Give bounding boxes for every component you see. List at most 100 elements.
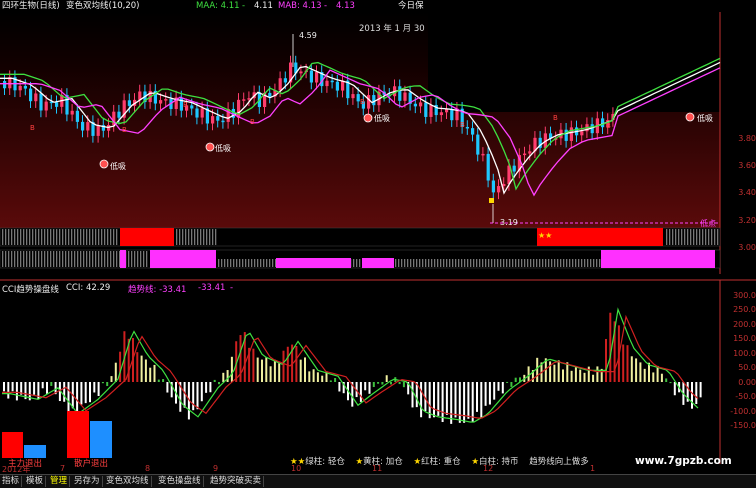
strip-1-tick [53, 229, 55, 245]
cci-bar [312, 369, 315, 382]
strip-2-tick [56, 251, 58, 267]
strip-1-tick [203, 229, 205, 245]
buy-marker: B [360, 98, 365, 106]
candle-body [497, 186, 501, 193]
tab-template[interactable]: 模板 [24, 476, 47, 487]
strip-2-tick [251, 259, 253, 267]
tab-manage[interactable]: 管理 [48, 476, 71, 487]
candle-body [200, 108, 204, 118]
stock-title[interactable]: 四环生物(日线) [2, 1, 60, 11]
candle-body [471, 128, 475, 135]
strip-1-tick [116, 229, 118, 245]
cci-bar [321, 375, 324, 382]
legend-text: 黄柱: 加仓 [363, 457, 403, 467]
strip-2-tick [497, 259, 499, 267]
tab-trend-breakout[interactable]: 趋势突破买卖 [208, 476, 265, 487]
strip-2-tick [524, 259, 526, 267]
candle-body [351, 94, 355, 99]
cci-bar [364, 382, 367, 391]
cci-bar [454, 382, 457, 418]
cursor-date: 2013 年 1 月 30 [359, 24, 425, 34]
candle-body [86, 122, 90, 131]
candle-body [512, 165, 516, 172]
strip-1-tick [675, 229, 677, 245]
strip-2-tick [587, 259, 589, 267]
candle-body [242, 99, 246, 101]
strip-1-tick [80, 229, 82, 245]
low-buy-signal: 低吸 [697, 114, 713, 123]
strip-2-tick [116, 251, 118, 267]
candle-body [3, 81, 7, 89]
cci-bar [50, 382, 53, 386]
strip-2-tick [35, 251, 37, 267]
cci-bar [110, 376, 113, 382]
candle-body [190, 105, 194, 109]
strip-2-tick [455, 259, 457, 267]
strip-1-tick [708, 229, 710, 245]
strip-2-tick [443, 259, 445, 267]
tab-save-as[interactable]: 另存为 [72, 476, 103, 487]
date-label: 11 [372, 464, 383, 473]
candle-body [450, 109, 454, 121]
strip-2-tick [509, 259, 511, 267]
candlestick-chart[interactable]: B B B B B B B B [0, 12, 756, 274]
cci-bar [308, 371, 311, 382]
strip-2-tick [542, 259, 544, 267]
strip-1-tick [690, 229, 692, 245]
candle-body [23, 85, 27, 89]
strip-2-tick [554, 259, 556, 267]
strip-1-tick [197, 229, 199, 245]
tab-dual-ma[interactable]: 变色双均线 [104, 476, 152, 487]
strip-2-tick [245, 259, 247, 267]
candle-body [367, 95, 371, 109]
cci-bar [411, 382, 414, 408]
price-tick: 3.80 [738, 134, 756, 143]
cci-bar [562, 369, 564, 382]
strip-2-tick [353, 259, 355, 267]
cci-bar [261, 359, 263, 382]
date-label: 9 [213, 464, 219, 473]
cci-bar [574, 367, 577, 382]
strip-2-tick [8, 251, 10, 267]
strip-1-red [537, 228, 663, 246]
high-price-marker: 4.59 [299, 31, 317, 40]
candle-body [330, 80, 334, 83]
strip-2-tick [101, 251, 103, 267]
candle-body [278, 78, 282, 91]
candle-body [283, 78, 287, 83]
cci-bar [46, 382, 48, 394]
strip-1-tick [699, 229, 701, 245]
low-signal-dot [99, 159, 109, 169]
top-status-bar: 四环生物(日线) 变色双均线(10,20) MAA: 4.11 - 4.11 M… [0, 0, 756, 12]
strip-2-tick [74, 251, 76, 267]
strip-2-tick [494, 259, 496, 267]
cci-bar [605, 338, 607, 382]
strip-1-tick [47, 229, 49, 245]
cci-chart[interactable] [0, 278, 756, 464]
cci-bar [514, 377, 517, 382]
maa-dash: - [242, 1, 246, 11]
strip-2-tick [107, 251, 109, 267]
strip-2-tick [446, 259, 448, 267]
cci-bar [596, 366, 599, 382]
legend-star: ★ [355, 457, 364, 467]
buy-marker: B [606, 122, 611, 130]
cci-bar [209, 382, 212, 393]
strip-1-tick [110, 229, 112, 245]
candle-body [216, 116, 220, 121]
candle-body [159, 100, 163, 104]
candle-body [476, 134, 480, 155]
strip-2-tick [491, 259, 493, 267]
tab-indicator[interactable]: 指标 [0, 476, 23, 487]
indicator-name[interactable]: 变色双均线(10,20) [66, 1, 139, 11]
strip-1-tick [71, 229, 73, 245]
today-label: 今日保 [398, 1, 424, 11]
maa-value: 4.11 [254, 1, 273, 11]
legend-text: 趋势线向上做多 [529, 457, 589, 467]
cci-bar [385, 375, 388, 382]
strip-1-tick [41, 229, 43, 245]
cci-tick: 50.0 [738, 363, 756, 372]
strip-1-tick [672, 229, 674, 245]
cci-bar [226, 370, 229, 382]
tab-color-trade-line[interactable]: 变色操盘线 [156, 476, 204, 487]
